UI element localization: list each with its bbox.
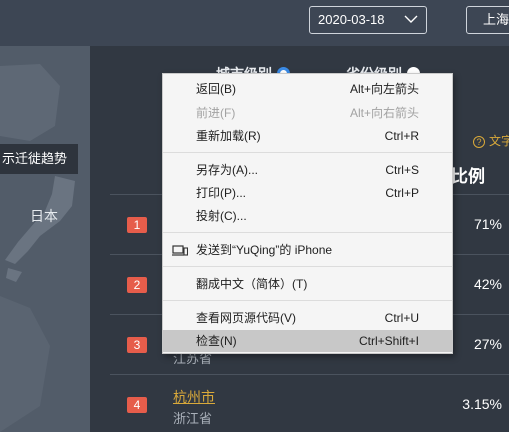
menu-item-label: 打印(P)... [196, 186, 246, 200]
top-bar: 2020-03-18 上海 [0, 0, 509, 46]
migration-trend-button[interactable]: 示迁徙趋势 [0, 144, 78, 174]
menu-divider [163, 266, 452, 267]
question-icon: ? [473, 136, 485, 148]
city-link[interactable]: 杭州市 [173, 387, 215, 407]
chevron-down-icon [404, 15, 418, 23]
menu-item-label: 另存为(A)... [196, 163, 258, 177]
menu-divider [163, 232, 452, 233]
date-select[interactable]: 2020-03-18 [309, 6, 427, 34]
menu-item-shortcut: Ctrl+Shift+I [358, 334, 419, 348]
menu-item-label: 检查(N) [196, 334, 237, 348]
map-landmass [0, 64, 75, 432]
menu-item-view-source[interactable]: 查看网页源代码(V) Ctrl+U [163, 307, 452, 329]
menu-item-save-as[interactable]: 另存为(A)... Ctrl+S [163, 159, 452, 181]
rank-badge: 2 [127, 277, 147, 293]
menu-item-label: 投射(C)... [196, 209, 247, 223]
menu-item-print[interactable]: 打印(P)... Ctrl+P [163, 182, 452, 204]
date-value: 2020-03-18 [318, 12, 385, 27]
menu-item-back[interactable]: 返回(B) Alt+向左箭头 [163, 78, 452, 100]
menu-item-shortcut: Alt+向右箭头 [349, 106, 419, 120]
province-name: 浙江省 [173, 411, 213, 426]
help-link[interactable]: ? 文字 [473, 132, 509, 149]
menu-item-label: 返回(B) [196, 82, 236, 96]
menu-item-label: 前进(F) [196, 106, 236, 120]
menu-item-forward[interactable]: 前进(F) Alt+向右箭头 [163, 102, 452, 124]
context-menu: 返回(B) Alt+向左箭头 前进(F) Alt+向右箭头 重新加载(R) Ct… [162, 73, 453, 354]
rank-badge: 4 [127, 397, 147, 413]
menu-item-shortcut: Ctrl+S [385, 163, 419, 177]
menu-item-shortcut: Ctrl+R [384, 129, 419, 143]
menu-item-cast[interactable]: 投射(C)... [163, 205, 452, 227]
menu-item-reload[interactable]: 重新加载(R) Ctrl+R [163, 125, 452, 147]
menu-item-translate[interactable]: 翻成中文（简体）(T) [163, 273, 452, 295]
menu-divider [163, 152, 452, 153]
table-row[interactable]: 4 杭州市 浙江省 3.15% [110, 375, 509, 432]
menu-divider [163, 300, 452, 301]
menu-item-label: 翻成中文（简体）(T) [196, 277, 308, 291]
menu-item-shortcut: Ctrl+P [385, 186, 419, 200]
help-link-label: 文字 [489, 134, 509, 148]
ratio-value: 3.15% [462, 396, 502, 412]
map-country-label: 日本 [30, 208, 58, 224]
map-panel[interactable]: 示迁徙趋势 日本 [0, 46, 90, 432]
menu-item-inspect[interactable]: 检查(N) Ctrl+Shift+I [163, 330, 452, 352]
ratio-column-header: 比例 [451, 167, 485, 186]
menu-item-label: 重新加载(R) [196, 129, 261, 143]
city-select-value: 上海 [483, 12, 509, 27]
menu-item-send-to-device[interactable]: 发送到“YuQing”的 iPhone [163, 239, 452, 261]
rank-badge: 1 [127, 217, 147, 233]
menu-item-shortcut: Alt+向左箭头 [349, 82, 419, 96]
rank-badge: 3 [127, 337, 147, 353]
menu-item-shortcut: Ctrl+U [384, 311, 419, 325]
city-select[interactable]: 上海 [466, 6, 509, 34]
menu-item-label: 发送到“YuQing”的 iPhone [196, 243, 333, 257]
devices-icon [172, 245, 188, 256]
menu-item-label: 查看网页源代码(V) [196, 311, 296, 325]
app-stage: 2020-03-18 上海 示迁徙趋势 日本 城市级别 省份级别 ?文字 比 [0, 0, 509, 432]
